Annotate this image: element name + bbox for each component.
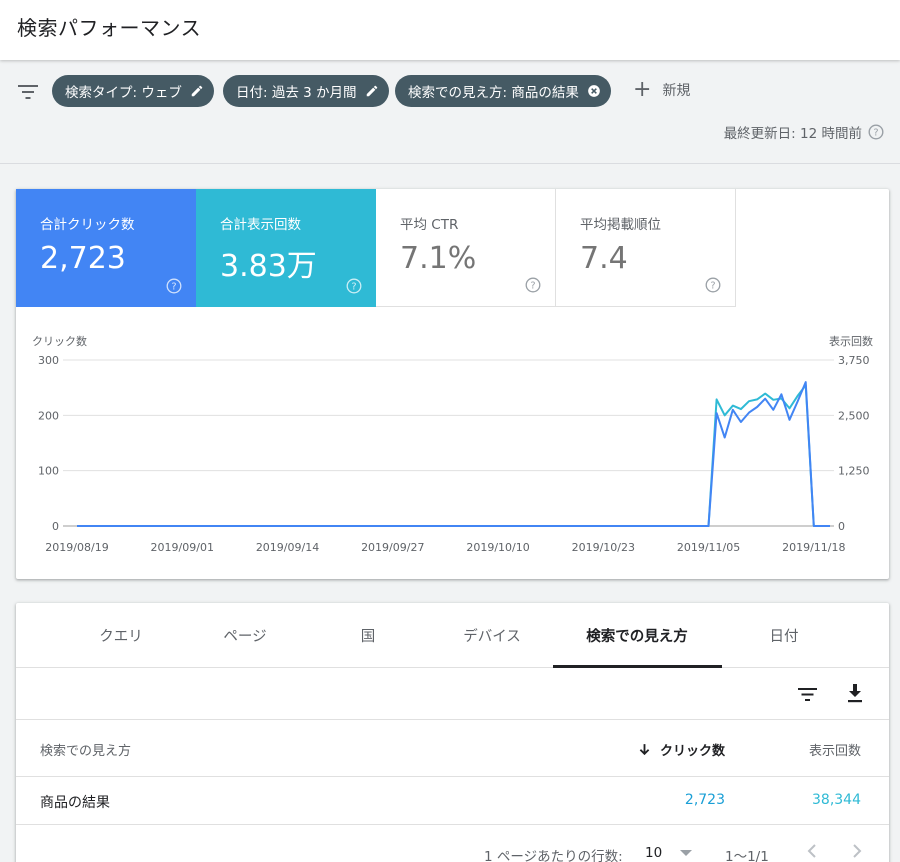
rows-per-page-value: 10: [645, 845, 663, 861]
right-axis-tick: 2,500: [838, 409, 870, 422]
svg-text:?: ?: [351, 282, 356, 293]
metric-total-clicks[interactable]: 合計クリック数 2,723 ?: [16, 189, 196, 307]
help-icon[interactable]: ?: [868, 124, 884, 140]
pencil-icon[interactable]: [365, 84, 379, 98]
filter-icon[interactable]: [18, 85, 38, 99]
dropdown-arrow-icon: [680, 849, 693, 856]
svg-text:?: ?: [873, 128, 878, 139]
pencil-icon[interactable]: [190, 84, 204, 98]
table-toolbar: [16, 668, 889, 720]
performance-chart-card: 合計クリック数 2,723 ? 合計表示回数 3.83万 ? 平均 CTR 7.…: [16, 189, 889, 579]
plus-icon: +: [633, 77, 652, 102]
column-header-clicks[interactable]: クリック数: [638, 740, 725, 759]
top-bar: 検索パフォーマンス: [0, 0, 900, 60]
svg-text:?: ?: [171, 282, 176, 293]
table-header: 検索での見え方 クリック数 表示回数: [16, 720, 889, 777]
help-icon[interactable]: ?: [525, 277, 541, 293]
metric-value: 2,723: [40, 241, 126, 276]
last-updated-text: 最終更新日: 12 時間前: [723, 126, 862, 142]
performance-chart[interactable]: クリック数 表示回数 300 3,750 200 2,500 100 1,250 0 0 20…: [16, 307, 889, 579]
right-axis-tick: 1,250: [838, 465, 870, 478]
impressions-series-line: [77, 384, 830, 527]
chevron-right-icon[interactable]: [852, 844, 862, 858]
metric-label: 平均掲載順位: [580, 217, 661, 233]
left-axis-tick: 200: [38, 409, 59, 422]
dimensions-table-card: クエリ ページ 国 デバイス 検索での見え方 日付 検索での見え方 クリック数 …: [16, 603, 889, 862]
help-icon[interactable]: ?: [166, 278, 182, 294]
new-filter-label: 新規: [662, 83, 691, 99]
tab-dates[interactable]: 日付: [700, 603, 868, 668]
filter-chip-search-type[interactable]: 検索タイプ: ウェブ: [52, 75, 214, 107]
page-range: 1〜1/1: [725, 849, 769, 862]
x-axis-tick: 2019/10/10: [466, 541, 529, 554]
metric-value: 7.1%: [400, 241, 477, 276]
page-title: 検索パフォーマンス: [17, 16, 202, 40]
x-axis-tick: 2019/11/05: [677, 541, 740, 554]
column-header-appearance[interactable]: 検索での見え方: [40, 740, 131, 759]
left-axis-tick: 100: [38, 465, 59, 478]
right-axis-title: 表示回数: [829, 334, 873, 348]
right-axis-tick: 3,750: [838, 354, 870, 367]
table-row[interactable]: 商品の結果 2,723 38,344: [16, 777, 889, 825]
x-axis-tick: 2019/10/23: [572, 541, 635, 554]
row-appearance: 商品の結果: [40, 795, 110, 811]
chip-label: 検索での見え方: 商品の結果: [408, 85, 579, 101]
x-axis-tick: 2019/09/14: [256, 541, 319, 554]
metric-label: 合計表示回数: [220, 217, 301, 233]
last-updated: 最終更新日: 12 時間前 ?: [724, 122, 884, 142]
row-clicks: 2,723: [684, 792, 725, 808]
x-axis-tick: 2019/08/19: [45, 541, 108, 554]
x-axis-tick: 2019/09/01: [151, 541, 214, 554]
row-impressions: 38,344: [812, 792, 861, 808]
left-axis-tick: 300: [38, 354, 59, 367]
arrow-down-icon: [639, 744, 650, 756]
download-icon[interactable]: [847, 684, 863, 703]
x-axis-tick: 2019/11/18: [782, 541, 845, 554]
chevron-left-icon[interactable]: [807, 844, 817, 858]
filter-chip-date[interactable]: 日付: 過去 3 か月間: [223, 75, 389, 107]
help-icon[interactable]: ?: [705, 277, 721, 293]
metric-value: 7.4: [580, 241, 628, 276]
metric-label: 平均 CTR: [400, 217, 459, 233]
close-circle-icon[interactable]: [587, 84, 601, 98]
column-header-clicks-label: クリック数: [659, 744, 725, 759]
rows-per-page-label: 1 ページあたりの行数:: [484, 849, 623, 862]
left-axis-tick: 0: [52, 520, 59, 533]
tab-search-appearance[interactable]: 検索での見え方: [553, 603, 721, 668]
svg-text:?: ?: [710, 281, 715, 292]
metric-average-ctr[interactable]: 平均 CTR 7.1% ?: [376, 189, 556, 307]
metric-total-impressions[interactable]: 合計表示回数 3.83万 ?: [196, 189, 376, 307]
filter-rows-icon[interactable]: [798, 688, 817, 701]
filter-chip-appearance[interactable]: 検索での見え方: 商品の結果: [395, 75, 611, 107]
right-axis-tick: 0: [838, 520, 845, 533]
dimension-tabs: クエリ ページ 国 デバイス 検索での見え方 日付: [16, 603, 889, 668]
help-icon[interactable]: ?: [346, 278, 362, 294]
tab-devices[interactable]: デバイス: [408, 603, 576, 668]
pagination: 1 ページあたりの行数: 10 1〜1/1: [16, 825, 889, 862]
new-filter-button[interactable]: + 新規: [633, 77, 691, 102]
x-axis-tick: 2019/09/27: [361, 541, 424, 554]
left-axis-title: クリック数: [32, 335, 87, 348]
filter-bar: 検索タイプ: ウェブ 日付: 過去 3 か月間 検索での見え方: 商品の結果 +…: [0, 60, 900, 164]
svg-text:?: ?: [530, 281, 535, 292]
rows-per-page-select[interactable]: 10: [645, 845, 693, 861]
chip-label: 日付: 過去 3 か月間: [236, 85, 357, 101]
column-header-impressions[interactable]: 表示回数: [809, 740, 861, 759]
chip-label: 検索タイプ: ウェブ: [65, 85, 182, 101]
metric-average-position[interactable]: 平均掲載順位 7.4 ?: [556, 189, 736, 307]
metric-label: 合計クリック数: [40, 217, 135, 233]
